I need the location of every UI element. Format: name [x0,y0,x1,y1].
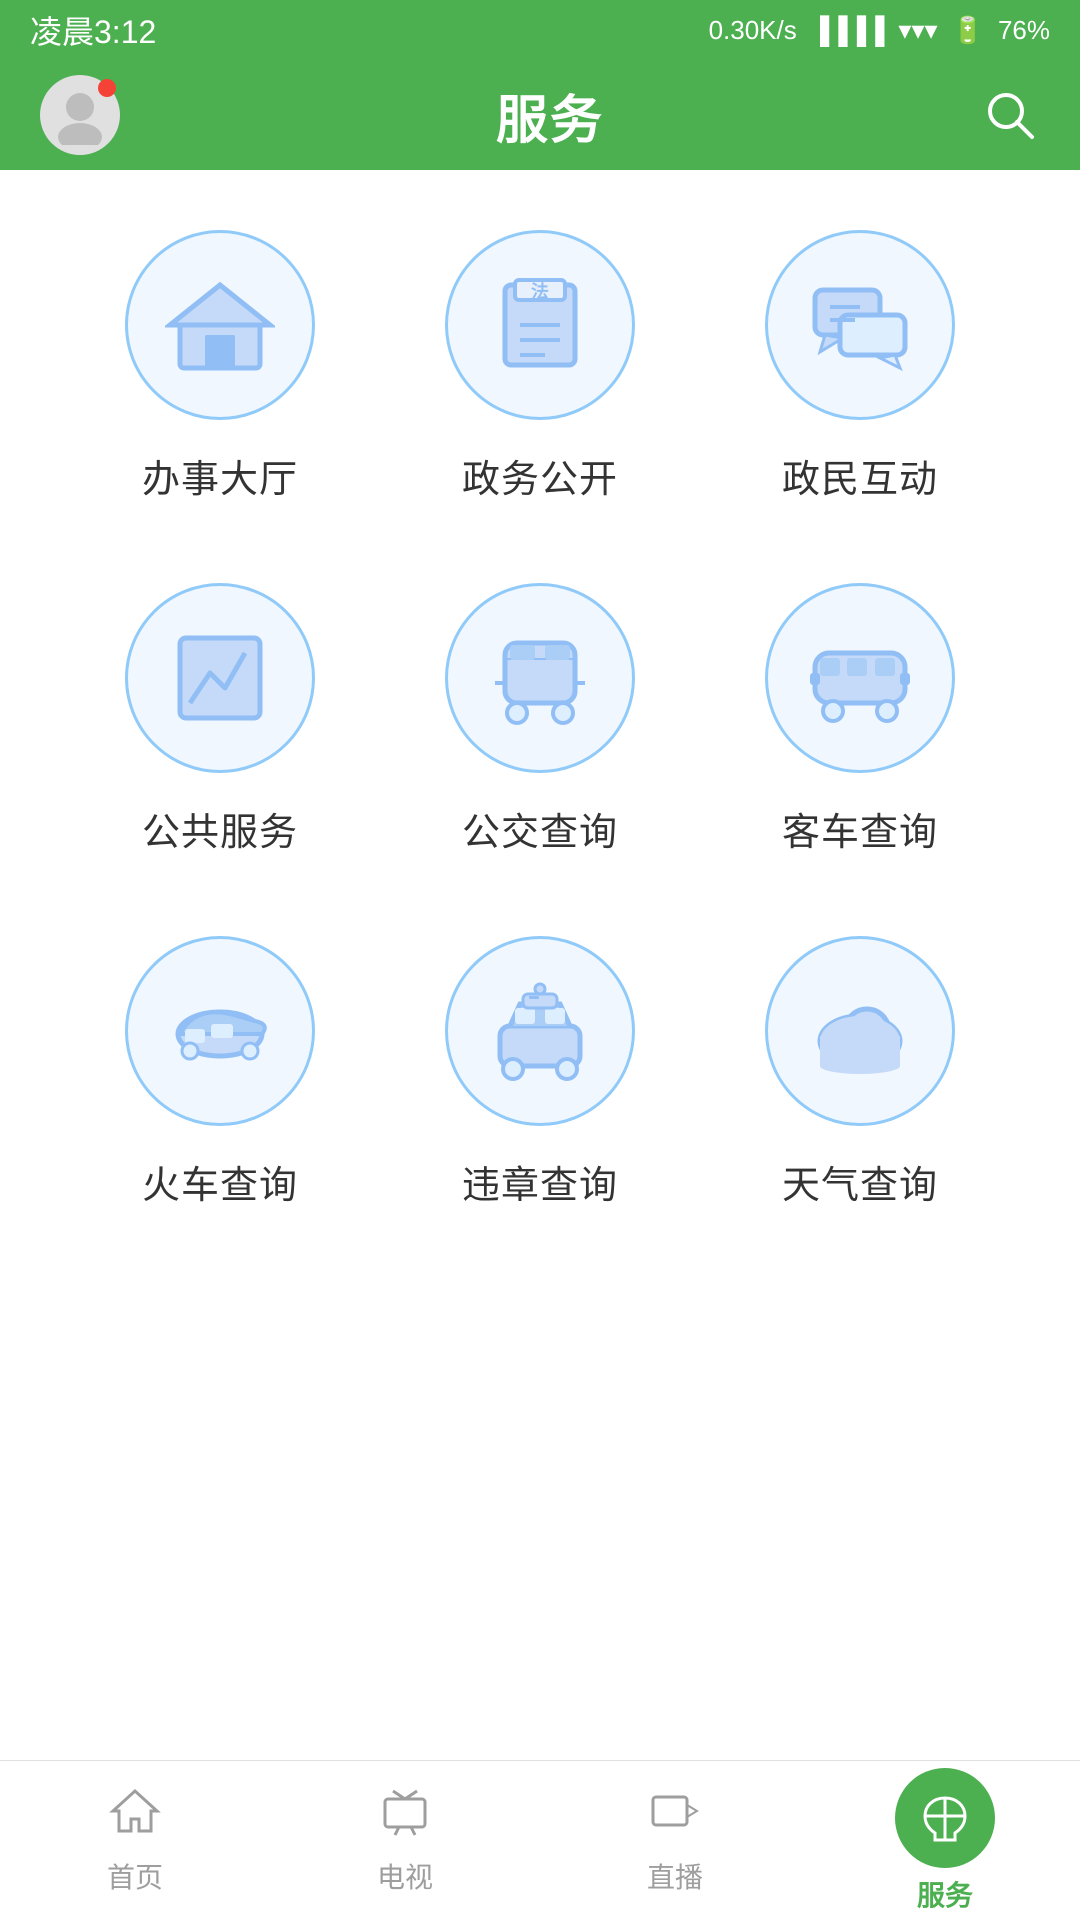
train-query-icon-circle [125,936,315,1126]
weather-query-icon-circle [765,936,955,1126]
coach-query-icon-circle [765,583,955,773]
gov-open-icon-circle: 法 [445,230,635,420]
weather-query-item[interactable]: 天气查询 [730,936,990,1209]
grid-row-3: 火车查询 违章查询 [60,936,1020,1209]
live-icon [649,1785,701,1846]
chart-icon [165,623,275,733]
page-title: 服务 [496,78,604,153]
bottom-nav: 首页 电视 直播 [0,1760,1080,1920]
notification-badge [98,79,116,97]
home-icon [109,1785,161,1846]
gov-interact-item[interactable]: 政民互动 [730,230,990,503]
nav-tv-label: 电视 [377,1856,433,1896]
network-speed: 0.30K/s [709,15,797,46]
status-bar: 凌晨3:12 0.30K/s ▐▐▐▐ ▾▾▾ 🔋 76% [0,0,1080,60]
coach-icon [805,623,915,733]
header: 服务 [0,60,1080,170]
signal-icon: ▐▐▐▐ [811,15,885,46]
gov-open-item[interactable]: 法 政务公开 [410,230,670,503]
nav-home-label: 首页 [107,1856,163,1896]
tv-icon [379,1785,431,1846]
train-icon [165,976,275,1086]
search-button[interactable] [980,85,1040,145]
battery-icon: 🔋 [952,15,984,46]
nav-service[interactable]: 服务 [835,1768,1055,1914]
office-hall-item[interactable]: 办事大厅 [90,230,350,503]
coach-query-label: 客车查询 [782,801,938,856]
violation-query-label: 违章查询 [462,1154,618,1209]
bus-icon [485,623,595,733]
violation-query-icon-circle [445,936,635,1126]
car-violation-icon [485,976,595,1086]
svg-text:法: 法 [531,281,549,302]
train-query-item[interactable]: 火车查询 [90,936,350,1209]
weather-query-label: 天气查询 [782,1154,938,1209]
nav-live-label: 直播 [647,1856,703,1896]
public-service-item[interactable]: 公共服务 [90,583,350,856]
gov-open-label: 政务公开 [462,448,618,503]
nav-service-label: 服务 [917,1874,973,1914]
bus-query-item[interactable]: 公交查询 [410,583,670,856]
service-active-bg [895,1768,995,1868]
nav-home[interactable]: 首页 [25,1785,245,1896]
avatar[interactable] [40,75,120,155]
nav-live[interactable]: 直播 [565,1785,785,1896]
service-icon [915,1788,975,1848]
gov-interact-icon-circle [765,230,955,420]
status-right: 0.30K/s ▐▐▐▐ ▾▾▾ 🔋 76% [709,15,1050,46]
nav-tv[interactable]: 电视 [295,1785,515,1896]
battery-percent: 76% [998,15,1050,46]
wifi-icon: ▾▾▾ [898,15,937,46]
main-content: 办事大厅 法 政务公开 [0,170,1080,1760]
train-query-label: 火车查询 [142,1154,298,1209]
cloud-icon [805,976,915,1086]
bus-query-icon-circle [445,583,635,773]
violation-query-item[interactable]: 违章查询 [410,936,670,1209]
law-icon: 法 [485,270,595,380]
gov-interact-label: 政民互动 [782,448,938,503]
coach-query-item[interactable]: 客车查询 [730,583,990,856]
building-icon [165,270,275,380]
public-service-label: 公共服务 [142,801,298,856]
office-hall-label: 办事大厅 [142,448,298,503]
grid-row-2: 公共服务 公交查询 [60,583,1020,856]
bus-query-label: 公交查询 [462,801,618,856]
status-time: 凌晨3:12 [30,7,156,53]
public-service-icon-circle [125,583,315,773]
grid-row-1: 办事大厅 法 政务公开 [60,230,1020,503]
office-hall-icon-circle [125,230,315,420]
chat-icon [805,270,915,380]
